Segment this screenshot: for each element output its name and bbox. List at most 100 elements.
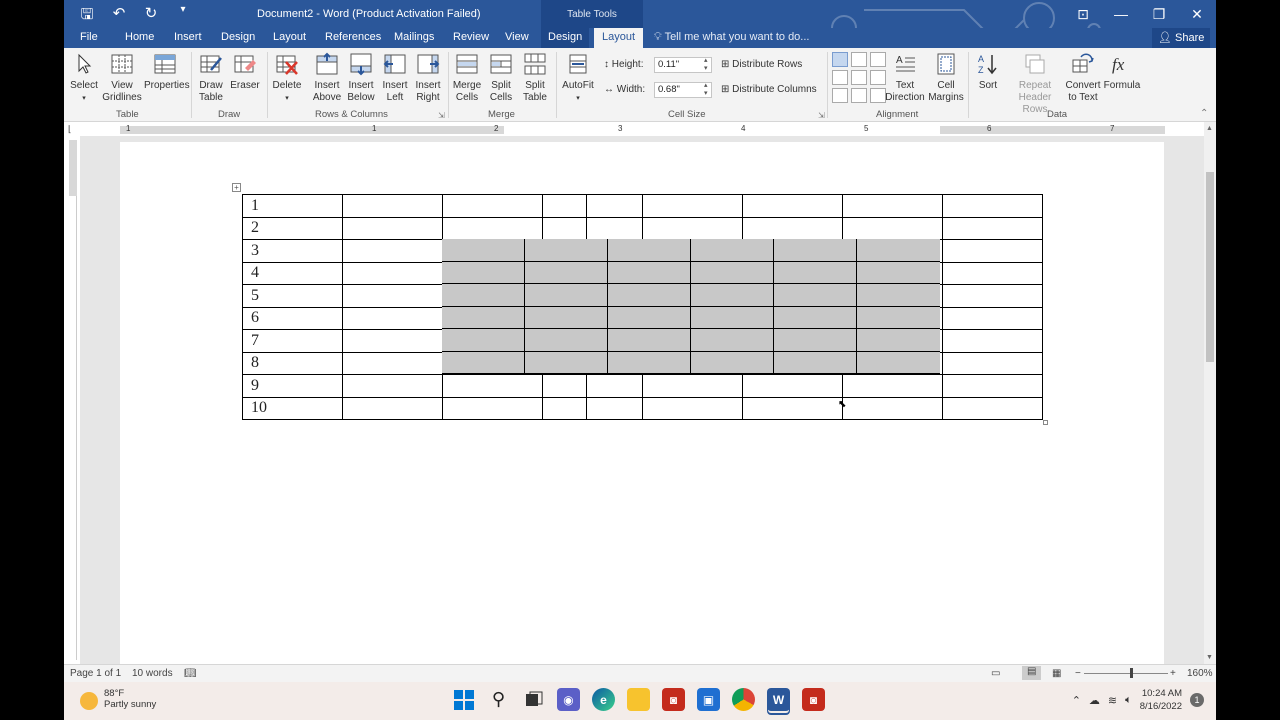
- table-cell[interactable]: [542, 194, 587, 218]
- merge-cells-button[interactable]: Merge Cells: [452, 52, 482, 104]
- eraser-button[interactable]: Eraser: [230, 52, 260, 92]
- table-cell[interactable]: [942, 194, 1043, 218]
- table-cell[interactable]: 1: [242, 194, 343, 218]
- tab-design[interactable]: Design: [221, 31, 255, 43]
- tray-overflow-icon[interactable]: ⌃: [1072, 694, 1081, 707]
- draw-table-button[interactable]: Draw Table: [196, 52, 226, 104]
- file-explorer-icon[interactable]: [627, 688, 650, 711]
- table-cell[interactable]: 10: [242, 396, 343, 420]
- collapse-ribbon-icon[interactable]: ⌃: [1200, 108, 1208, 119]
- rows-columns-launcher-icon[interactable]: ⇲: [438, 111, 445, 120]
- table-cell[interactable]: [586, 396, 643, 420]
- save-icon[interactable]: 🖫: [78, 4, 96, 29]
- select-button[interactable]: Select ▾: [70, 52, 98, 105]
- table-cell[interactable]: [586, 216, 643, 240]
- chrome-browser-icon[interactable]: [732, 688, 755, 711]
- tab-file[interactable]: File: [80, 31, 98, 43]
- table-cell[interactable]: [742, 396, 843, 420]
- formula-button[interactable]: fx Formula: [1102, 52, 1142, 92]
- insert-above-button[interactable]: Insert Above: [312, 52, 342, 104]
- table-cell[interactable]: [442, 374, 543, 398]
- split-cells-button[interactable]: Split Cells: [486, 52, 516, 104]
- tab-layout[interactable]: Layout: [273, 31, 306, 43]
- table-cell[interactable]: [942, 329, 1043, 353]
- table-cell[interactable]: [942, 351, 1043, 375]
- table-resize-handle[interactable]: [1043, 420, 1048, 425]
- proofing-icon[interactable]: 📖︎: [184, 668, 197, 679]
- table-cell[interactable]: 7: [242, 329, 343, 353]
- tab-selector-icon[interactable]: ⌊: [68, 124, 72, 135]
- align-top-left-icon[interactable]: [832, 52, 848, 67]
- tab-references[interactable]: References: [325, 31, 381, 43]
- customize-qat-icon[interactable]: ▾: [174, 4, 192, 29]
- search-icon[interactable]: ⚲: [487, 688, 510, 711]
- align-bottom-center-icon[interactable]: [851, 88, 867, 103]
- table-cell[interactable]: [342, 351, 443, 375]
- table-cell[interactable]: [842, 396, 943, 420]
- table-cell[interactable]: [642, 374, 743, 398]
- tab-table-design[interactable]: Design: [541, 28, 590, 48]
- table-cell[interactable]: [742, 216, 843, 240]
- align-center-icon[interactable]: [851, 70, 867, 85]
- redo-icon[interactable]: ↻: [142, 4, 160, 29]
- table-cell[interactable]: [742, 194, 843, 218]
- onedrive-icon[interactable]: ☁︎: [1089, 694, 1100, 707]
- table-cell[interactable]: [942, 216, 1043, 240]
- table-cell[interactable]: [642, 216, 743, 240]
- teams-chat-icon[interactable]: ◉: [557, 688, 580, 711]
- table-cell[interactable]: [642, 194, 743, 218]
- view-gridlines-button[interactable]: View Gridlines: [102, 52, 142, 104]
- undo-icon[interactable]: ↶: [110, 4, 128, 29]
- table-cell[interactable]: [842, 194, 943, 218]
- autofit-button[interactable]: AutoFit ▾: [560, 52, 596, 105]
- vertical-scrollbar[interactable]: ▲ ▼: [1204, 122, 1216, 664]
- table-cell[interactable]: [342, 261, 443, 285]
- web-layout-icon[interactable]: ▦: [1052, 668, 1061, 679]
- table-cell[interactable]: 9: [242, 374, 343, 398]
- table-cell[interactable]: [586, 374, 643, 398]
- table-cell[interactable]: 8: [242, 351, 343, 375]
- tab-home[interactable]: Home: [125, 31, 154, 43]
- notification-badge-icon[interactable]: 1: [1190, 693, 1204, 707]
- table-cell[interactable]: [942, 374, 1043, 398]
- table-move-handle-icon[interactable]: +: [232, 183, 241, 192]
- width-input[interactable]: 0.68": [654, 82, 712, 98]
- share-button[interactable]: 👤︎ Share: [1152, 28, 1210, 48]
- system-clock[interactable]: 10:24 AM 8/16/2022: [1140, 687, 1182, 713]
- table-cell[interactable]: [342, 374, 443, 398]
- text-direction-button[interactable]: A Text Direction: [884, 52, 926, 104]
- insert-right-button[interactable]: Insert Right: [413, 52, 443, 104]
- table-cell[interactable]: [942, 396, 1043, 420]
- table-cell[interactable]: [342, 306, 443, 330]
- cell-margins-button[interactable]: Cell Margins: [928, 52, 964, 104]
- tab-mailings[interactable]: Mailings: [394, 31, 434, 43]
- recorder-app-icon[interactable]: ◙: [662, 688, 685, 711]
- table-cell[interactable]: [442, 194, 543, 218]
- table-cell[interactable]: [542, 216, 587, 240]
- table-cell[interactable]: 5: [242, 284, 343, 308]
- word-count[interactable]: 10 words: [132, 668, 173, 679]
- scroll-down-icon[interactable]: ▼: [1206, 654, 1213, 661]
- zoom-level[interactable]: 160%: [1187, 668, 1213, 679]
- table-cell[interactable]: [342, 194, 443, 218]
- close-button[interactable]: ✕: [1178, 0, 1216, 28]
- zoom-slider[interactable]: [1084, 673, 1168, 674]
- table-cell[interactable]: [942, 239, 1043, 263]
- table-cell[interactable]: [342, 396, 443, 420]
- print-layout-icon[interactable]: ▤: [1022, 666, 1042, 680]
- split-table-button[interactable]: Split Table: [520, 52, 550, 104]
- scroll-up-icon[interactable]: ▲: [1206, 125, 1213, 132]
- ribbon-display-icon[interactable]: ⊡: [1064, 0, 1102, 28]
- distribute-rows-button[interactable]: ⊞ Distribute Rows: [721, 59, 802, 70]
- table-cell[interactable]: [942, 261, 1043, 285]
- zoom-slider-thumb[interactable]: [1130, 668, 1133, 678]
- cell-size-launcher-icon[interactable]: ⇲: [818, 111, 825, 120]
- zoom-in-icon[interactable]: +: [1170, 668, 1176, 679]
- align-center-left-icon[interactable]: [832, 70, 848, 85]
- table-cell[interactable]: [642, 396, 743, 420]
- word-app-icon[interactable]: W: [767, 688, 790, 711]
- edge-browser-icon[interactable]: e: [592, 688, 615, 711]
- task-view-icon[interactable]: [522, 688, 545, 711]
- scrollbar-thumb[interactable]: [1206, 172, 1214, 362]
- table-cell[interactable]: 4: [242, 261, 343, 285]
